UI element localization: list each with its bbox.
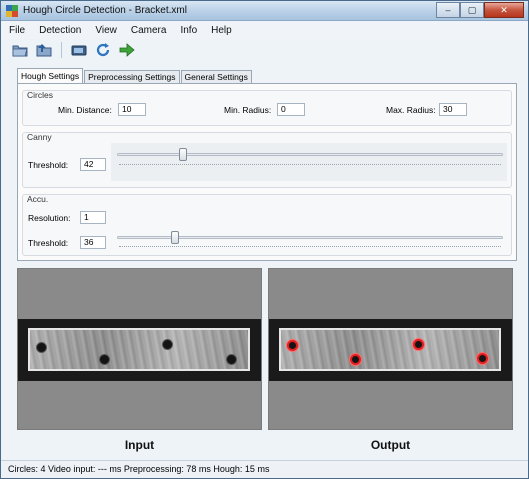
menu-camera[interactable]: Camera xyxy=(131,25,167,36)
toolbar xyxy=(1,39,528,61)
tab-hough-settings[interactable]: Hough Settings xyxy=(17,68,84,83)
canny-slider-ticks xyxy=(119,164,501,165)
run-arrow-icon[interactable] xyxy=(118,41,136,59)
maximize-button[interactable]: ▢ xyxy=(460,2,484,18)
tab-general-settings[interactable]: General Settings xyxy=(180,70,252,83)
menu-info[interactable]: Info xyxy=(180,25,197,36)
min-distance-label: Min. Distance: xyxy=(58,105,112,115)
canny-group-title: Canny xyxy=(27,132,52,142)
resolution-label: Resolution: xyxy=(28,213,71,223)
app-window: Hough Circle Detection - Bracket.xml – ▢… xyxy=(0,0,529,479)
window-controls: – ▢ ✕ xyxy=(436,2,524,18)
refresh-icon[interactable] xyxy=(94,41,112,59)
input-hole xyxy=(36,342,47,353)
open-alt-icon[interactable] xyxy=(35,41,53,59)
max-radius-field[interactable]: 30 xyxy=(439,103,467,116)
canny-threshold-field[interactable]: 42 xyxy=(80,158,106,171)
accu-threshold-slider-area xyxy=(111,229,507,253)
detected-circle xyxy=(350,354,361,365)
input-bracket xyxy=(28,328,250,371)
window-title: Hough Circle Detection - Bracket.xml xyxy=(23,5,187,16)
settings-tabs: Hough Settings Preprocessing Settings Ge… xyxy=(17,68,253,83)
canny-group: Canny Threshold: 42 xyxy=(22,132,512,188)
accu-group-title: Accu. xyxy=(27,194,49,204)
menu-bar: File Detection View Camera Info Help xyxy=(1,21,528,39)
min-distance-field[interactable]: 10 xyxy=(118,103,146,116)
tab-preprocessing-settings[interactable]: Preprocessing Settings xyxy=(84,70,180,83)
canny-slider-thumb[interactable] xyxy=(179,148,187,161)
input-hole xyxy=(226,354,237,365)
close-button[interactable]: ✕ xyxy=(484,2,524,18)
toolbar-separator xyxy=(61,42,62,58)
min-radius-field[interactable]: 0 xyxy=(277,103,305,116)
accu-group: Accu. Resolution: 1 Threshold: 36 xyxy=(22,194,512,256)
circles-group: Circles Min. Distance: 10 Min. Radius: 0… xyxy=(22,90,512,126)
minimize-button[interactable]: – xyxy=(436,2,460,18)
menu-file[interactable]: File xyxy=(9,25,25,36)
camera-icon[interactable] xyxy=(70,41,88,59)
detected-circle xyxy=(413,339,424,350)
output-bracket xyxy=(279,328,501,371)
output-image xyxy=(268,268,513,430)
resolution-field[interactable]: 1 xyxy=(80,211,106,224)
min-radius-label: Min. Radius: xyxy=(224,105,272,115)
input-image xyxy=(17,268,262,430)
menu-detection[interactable]: Detection xyxy=(39,25,81,36)
output-caption: Output xyxy=(370,438,411,452)
accu-threshold-field[interactable]: 36 xyxy=(80,236,106,249)
status-bar: Circles: 4 Video input: --- ms Preproces… xyxy=(1,460,528,478)
max-radius-label: Max. Radius: xyxy=(386,105,436,115)
circles-group-title: Circles xyxy=(27,90,53,100)
menu-view[interactable]: View xyxy=(95,25,117,36)
canny-threshold-slider-area xyxy=(111,143,507,181)
hough-settings-panel: Circles Min. Distance: 10 Min. Radius: 0… xyxy=(17,83,517,261)
canny-slider-track[interactable] xyxy=(117,153,503,156)
open-folder-icon[interactable] xyxy=(11,41,29,59)
canny-threshold-label: Threshold: xyxy=(28,160,69,170)
input-hole xyxy=(162,339,173,350)
accu-slider-ticks xyxy=(119,246,501,247)
detected-circle xyxy=(477,353,488,364)
menu-help[interactable]: Help xyxy=(211,25,232,36)
title-bar[interactable]: Hough Circle Detection - Bracket.xml – ▢… xyxy=(1,1,528,21)
accu-threshold-label: Threshold: xyxy=(28,238,69,248)
detected-circle xyxy=(287,340,298,351)
app-logo-icon xyxy=(6,5,18,17)
input-hole xyxy=(99,354,110,365)
accu-slider-thumb[interactable] xyxy=(171,231,179,244)
input-caption: Input xyxy=(124,438,155,452)
